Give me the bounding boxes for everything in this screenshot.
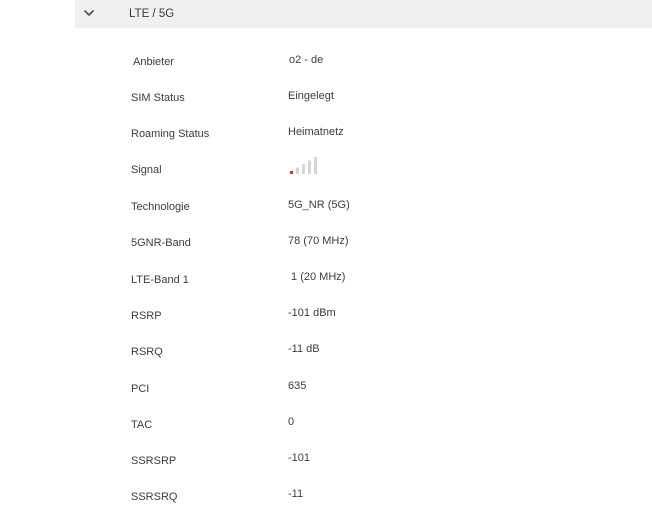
row-label-pci: PCI xyxy=(131,383,150,395)
row-sim-status: SIM Status Eingelegt xyxy=(0,90,652,110)
signal-bar-3 xyxy=(302,164,305,174)
row-value-ssrsrp: -101 xyxy=(288,452,311,464)
row-rsrq: RSRQ -11 dB xyxy=(0,343,652,363)
signal-bar-1 xyxy=(290,171,293,174)
row-label-anbieter: Anbieter xyxy=(133,56,174,68)
row-signal: Signal xyxy=(0,157,652,177)
row-value-pci: 635 xyxy=(288,380,307,392)
row-value-5gnr-band: 78 (70 MHz) xyxy=(288,235,349,247)
row-value-anbieter: o2 - de xyxy=(289,54,324,66)
signal-bar-2 xyxy=(296,167,299,174)
row-lte-band-1: LTE-Band 1 1 (20 MHz) xyxy=(0,271,652,291)
signal-strength-icon xyxy=(290,157,317,174)
row-label-ssrsrq: SSRSRQ xyxy=(131,491,178,503)
signal-bar-4 xyxy=(308,160,311,174)
row-label-5gnr-band: 5GNR-Band xyxy=(131,237,191,249)
row-value-roaming-status: Heimatnetz xyxy=(288,126,344,138)
row-value-rsrp: -101 dBm xyxy=(288,307,336,319)
row-technologie: Technologie 5G_NR (5G) xyxy=(0,199,652,219)
row-ssrsrq: SSRSRQ -11 xyxy=(0,488,652,508)
row-value-tac: 0 xyxy=(288,416,295,428)
signal-bar-5 xyxy=(314,157,317,174)
row-label-roaming-status: Roaming Status xyxy=(131,128,210,140)
lte-5g-section-header[interactable]: LTE / 5G xyxy=(75,0,652,28)
chevron-down-icon[interactable] xyxy=(81,5,97,21)
row-pci: PCI 635 xyxy=(0,380,652,400)
row-ssrsrp: SSRSRP -101 xyxy=(0,452,652,472)
row-roaming-status: Roaming Status Heimatnetz xyxy=(0,126,652,146)
row-value-lte-band-1: 1 (20 MHz) xyxy=(288,271,346,283)
row-label-signal: Signal xyxy=(131,164,162,176)
row-tac: TAC 0 xyxy=(0,416,652,436)
row-value-ssrsrq: -11 xyxy=(288,488,304,500)
row-rsrp: RSRP -101 dBm xyxy=(0,307,652,327)
row-label-rsrp: RSRP xyxy=(131,310,162,322)
row-label-technologie: Technologie xyxy=(131,201,190,213)
row-value-rsrq: -11 dB xyxy=(288,343,320,355)
row-value-sim-status: Eingelegt xyxy=(288,90,334,102)
row-label-tac: TAC xyxy=(131,419,153,431)
row-value-technologie: 5G_NR (5G) xyxy=(288,199,350,211)
row-label-lte-band-1: LTE-Band 1 xyxy=(131,274,189,286)
row-label-sim-status: SIM Status xyxy=(131,92,185,104)
row-5gnr-band: 5GNR-Band 78 (70 MHz) xyxy=(0,235,652,255)
row-label-rsrq: RSRQ xyxy=(131,346,163,358)
row-anbieter: Anbieter o2 - de xyxy=(0,54,652,74)
section-title: LTE / 5G xyxy=(129,8,175,20)
row-label-ssrsrp: SSRSRP xyxy=(131,455,177,467)
